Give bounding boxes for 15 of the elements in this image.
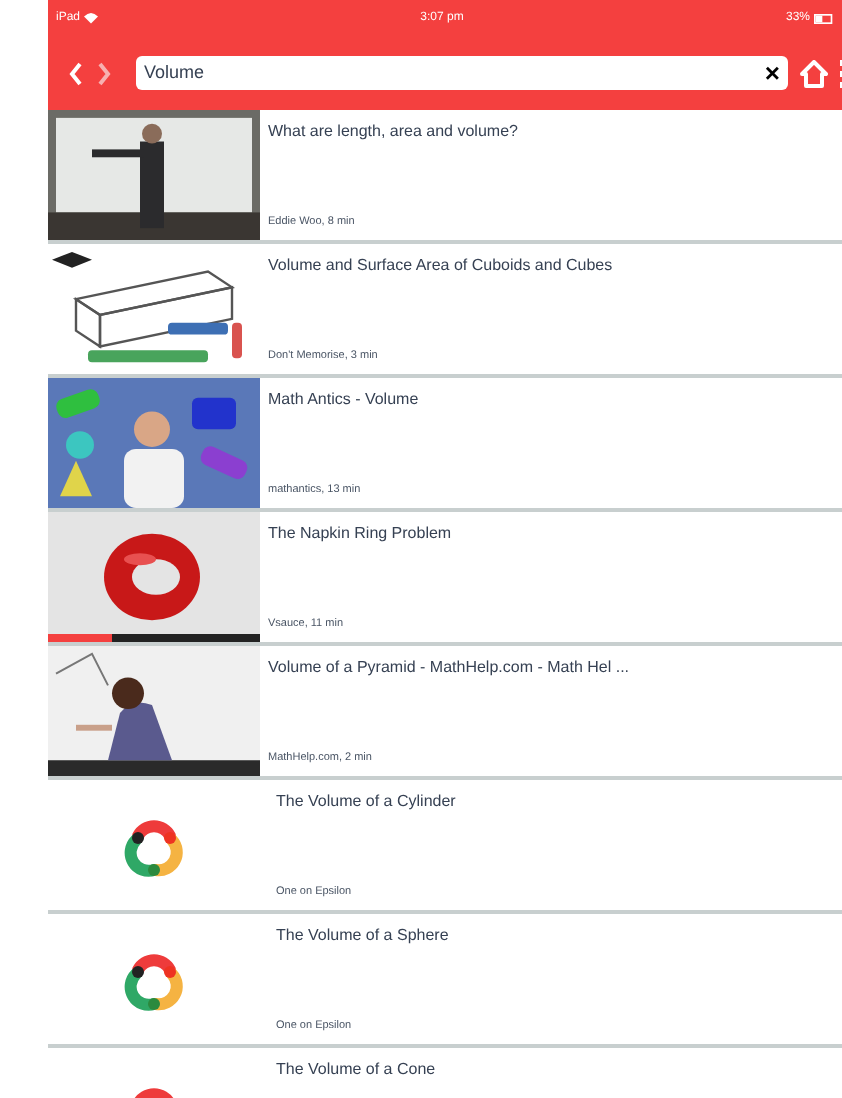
video-title: The Volume of a Cylinder: [276, 790, 458, 814]
clear-button[interactable]: ×: [764, 60, 780, 86]
video-title: The Volume of a Cone: [276, 1058, 438, 1082]
video-title: The Volume of a Sphere: [276, 924, 451, 948]
back-icon[interactable]: [68, 61, 84, 85]
battery-icon: [814, 13, 834, 23]
video-title: What are length, area and volume?: [268, 120, 520, 144]
video-title: Volume and Surface Area of Cuboids and Cubes: [268, 254, 615, 278]
home-icon[interactable]: [800, 59, 828, 87]
video-title: Math Antics - Volume: [268, 388, 421, 412]
search-field[interactable]: Volume ×: [136, 56, 788, 90]
video-title: The Napkin Ring Problem: [268, 522, 454, 546]
forward-icon[interactable]: [96, 61, 112, 85]
video-title: Volume of a Pyramid - MathHelp.com - Math Hel ...: [268, 656, 632, 680]
wifi-icon: [84, 12, 99, 24]
